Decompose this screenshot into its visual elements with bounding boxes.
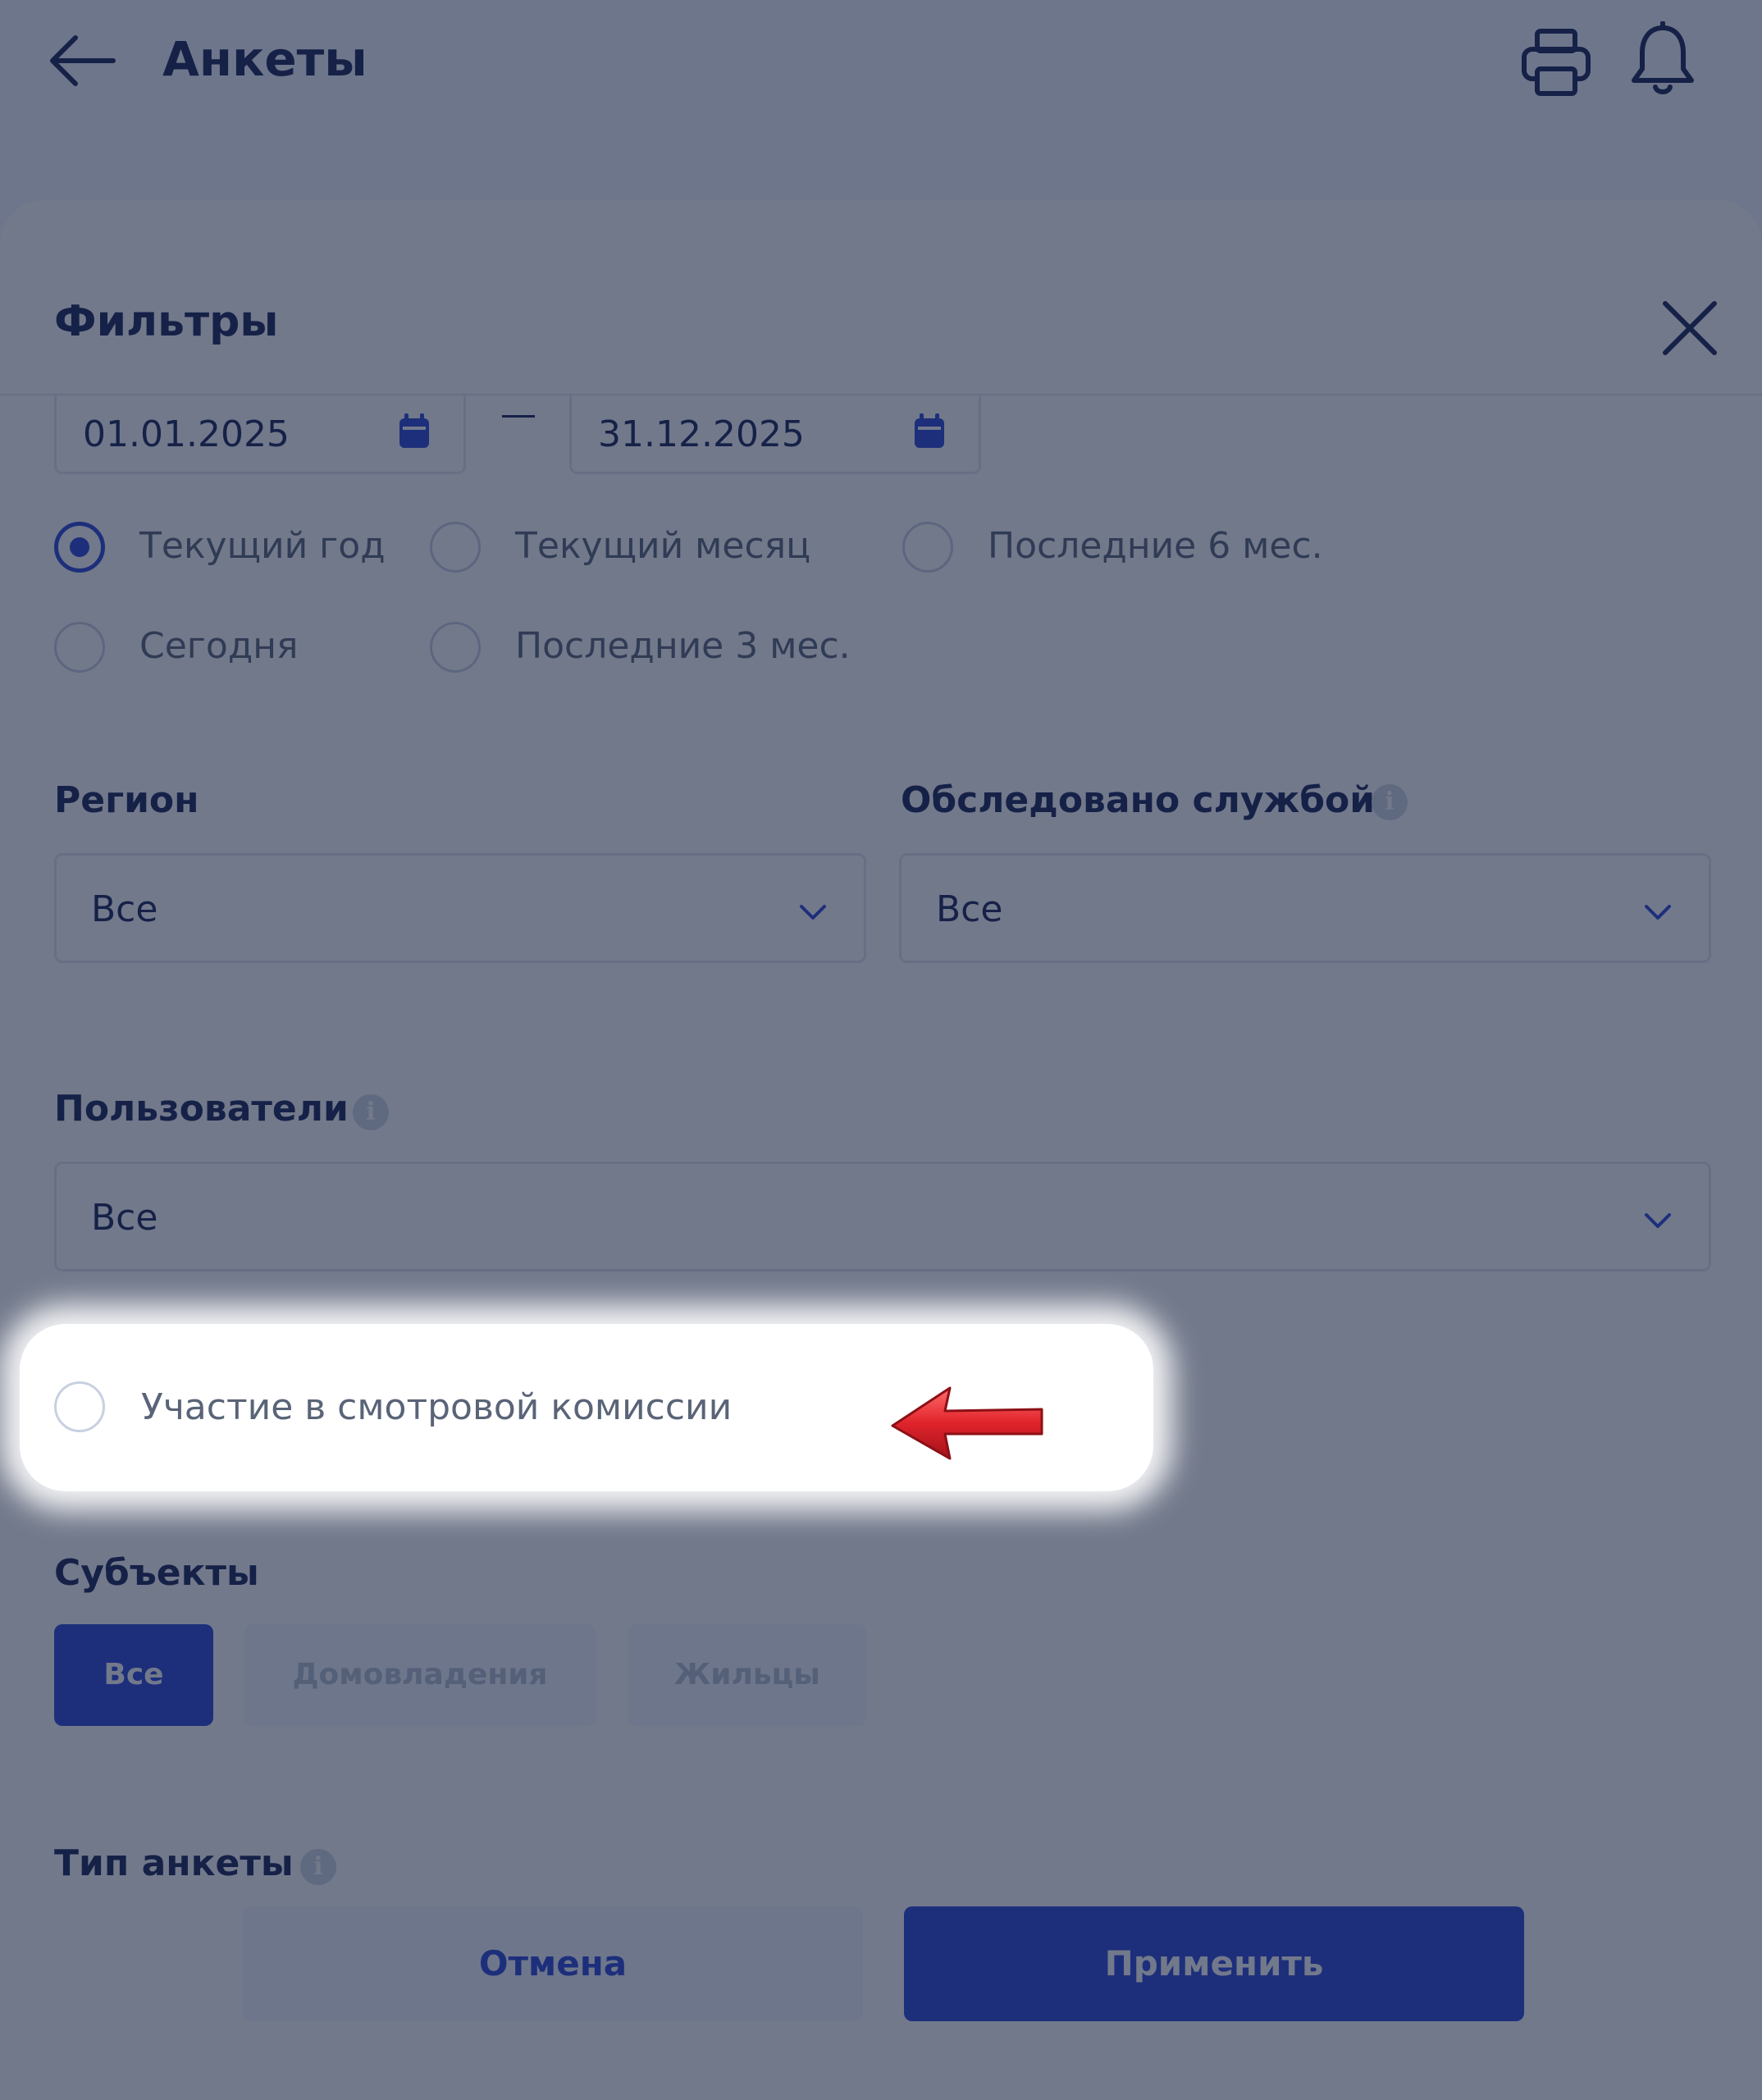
period-label-current-month: Текущий месяц	[515, 525, 811, 567]
surveyed-label: Обследовано службой	[901, 779, 1376, 821]
date-to-value: 31.12.2025	[598, 413, 805, 455]
surveyed-select-value: Все	[936, 888, 1003, 930]
period-label-current-year: Текущий год	[139, 525, 386, 567]
commission-label: Участие в смотровой комиссии	[141, 1386, 733, 1428]
chevron-down-icon	[1645, 905, 1671, 920]
region-select-value: Все	[91, 888, 158, 930]
info-icon[interactable]: i	[353, 1094, 389, 1130]
info-icon[interactable]: i	[300, 1849, 336, 1885]
info-icon[interactable]: i	[1372, 784, 1408, 820]
surveyed-select[interactable]: Все	[899, 853, 1711, 963]
subject-option-residents[interactable]: Жильцы	[628, 1624, 866, 1726]
print-button[interactable]	[1518, 23, 1595, 100]
period-label-today: Сегодня	[139, 625, 299, 667]
back-button[interactable]	[48, 31, 118, 90]
period-radio-current-month[interactable]	[430, 522, 481, 573]
period-label-last-6-months: Последние 6 мес.	[988, 525, 1323, 567]
date-to-field[interactable]: 31.12.2025	[569, 394, 981, 474]
form-type-label: Тип анкеты	[54, 1842, 294, 1884]
filters-sheet: Фильтры 01.01.2025 31.12.2025 Текущий го…	[0, 200, 1762, 2100]
period-radio-today[interactable]	[54, 622, 105, 673]
date-from-field[interactable]: 01.01.2025	[54, 394, 466, 474]
subjects-label: Субъекты	[54, 1552, 259, 1594]
users-label: Пользователи	[54, 1088, 349, 1130]
red-arrow-icon	[891, 1386, 1043, 1460]
calendar-icon[interactable]	[398, 413, 431, 450]
close-button[interactable]	[1659, 297, 1721, 359]
bell-icon	[1632, 21, 1694, 94]
period-radio-last-6-months[interactable]	[902, 522, 953, 573]
period-radio-current-year[interactable]	[54, 522, 105, 573]
date-range-dash	[502, 415, 535, 418]
chevron-down-icon	[800, 905, 826, 920]
page-title: Анкеты	[162, 31, 367, 87]
period-radio-last-3-months[interactable]	[430, 622, 481, 673]
users-select[interactable]: Все	[54, 1162, 1711, 1271]
sheet-title: Фильтры	[54, 297, 279, 346]
commission-highlight: Участие в смотровой комиссии	[20, 1324, 1153, 1491]
period-label-last-3-months: Последние 3 мес.	[515, 625, 851, 667]
calendar-icon[interactable]	[913, 413, 946, 450]
chevron-down-icon	[1645, 1213, 1671, 1228]
subject-option-households[interactable]: Домовладения	[244, 1624, 596, 1726]
cancel-button[interactable]: Отмена	[243, 1906, 863, 2021]
region-select[interactable]: Все	[54, 853, 866, 963]
apply-button[interactable]: Применить	[904, 1906, 1524, 2021]
region-label: Регион	[54, 779, 199, 821]
arrow-left-icon	[50, 35, 116, 86]
date-from-value: 01.01.2025	[83, 413, 290, 455]
close-icon	[1663, 301, 1717, 355]
subject-option-all[interactable]: Все	[54, 1624, 213, 1726]
commission-checkbox[interactable]	[54, 1381, 105, 1432]
users-select-value: Все	[91, 1197, 158, 1239]
printer-icon	[1522, 29, 1591, 96]
notifications-button[interactable]	[1624, 21, 1701, 100]
